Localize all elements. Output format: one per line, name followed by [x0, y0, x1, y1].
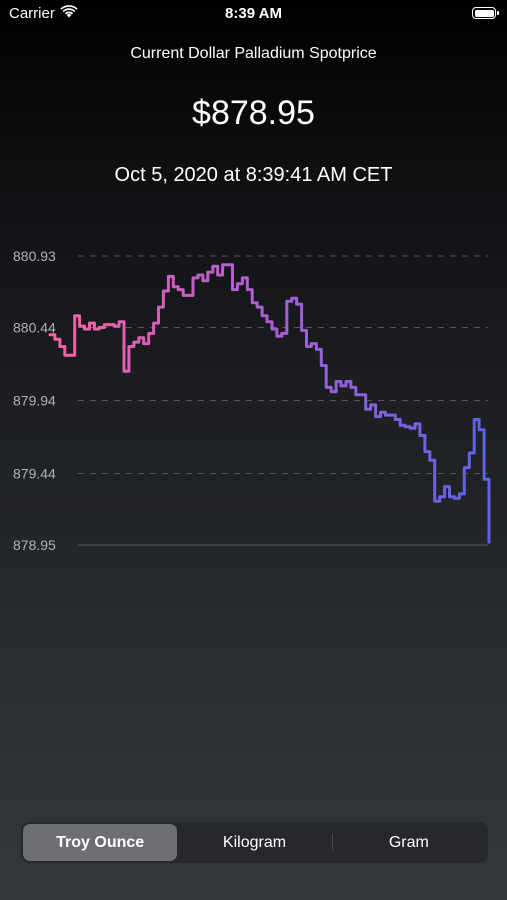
segment-gram[interactable]: Gram [331, 824, 486, 861]
segment-kilogram[interactable]: Kilogram [177, 824, 331, 861]
battery-icon [472, 7, 499, 19]
price-series-line [48, 263, 491, 544]
y-tick-label: 880.93 [13, 248, 56, 264]
y-tick-label: 879.44 [13, 465, 56, 481]
y-tick-label: 878.95 [13, 537, 56, 553]
page-subtitle: Current Dollar Palladium Spotprice [130, 45, 377, 62]
y-tick-label: 880.44 [13, 320, 56, 336]
unit-segmented-control[interactable]: Troy Ounce Kilogram Gram [21, 822, 488, 863]
segment-troy-ounce[interactable]: Troy Ounce [23, 824, 178, 861]
current-price: $878.95 [192, 94, 315, 132]
battery-level [474, 9, 494, 17]
price-chart: 880.93 880.44 879.94 879.44 878.95 [13, 248, 491, 553]
status-time: 8:39 AM [225, 5, 282, 22]
status-bar: Carrier 8:39 AM [0, 0, 507, 28]
price-timestamp: Oct 5, 2020 at 8:39:41 AM CET [114, 164, 393, 186]
y-tick-label: 879.94 [13, 393, 56, 409]
